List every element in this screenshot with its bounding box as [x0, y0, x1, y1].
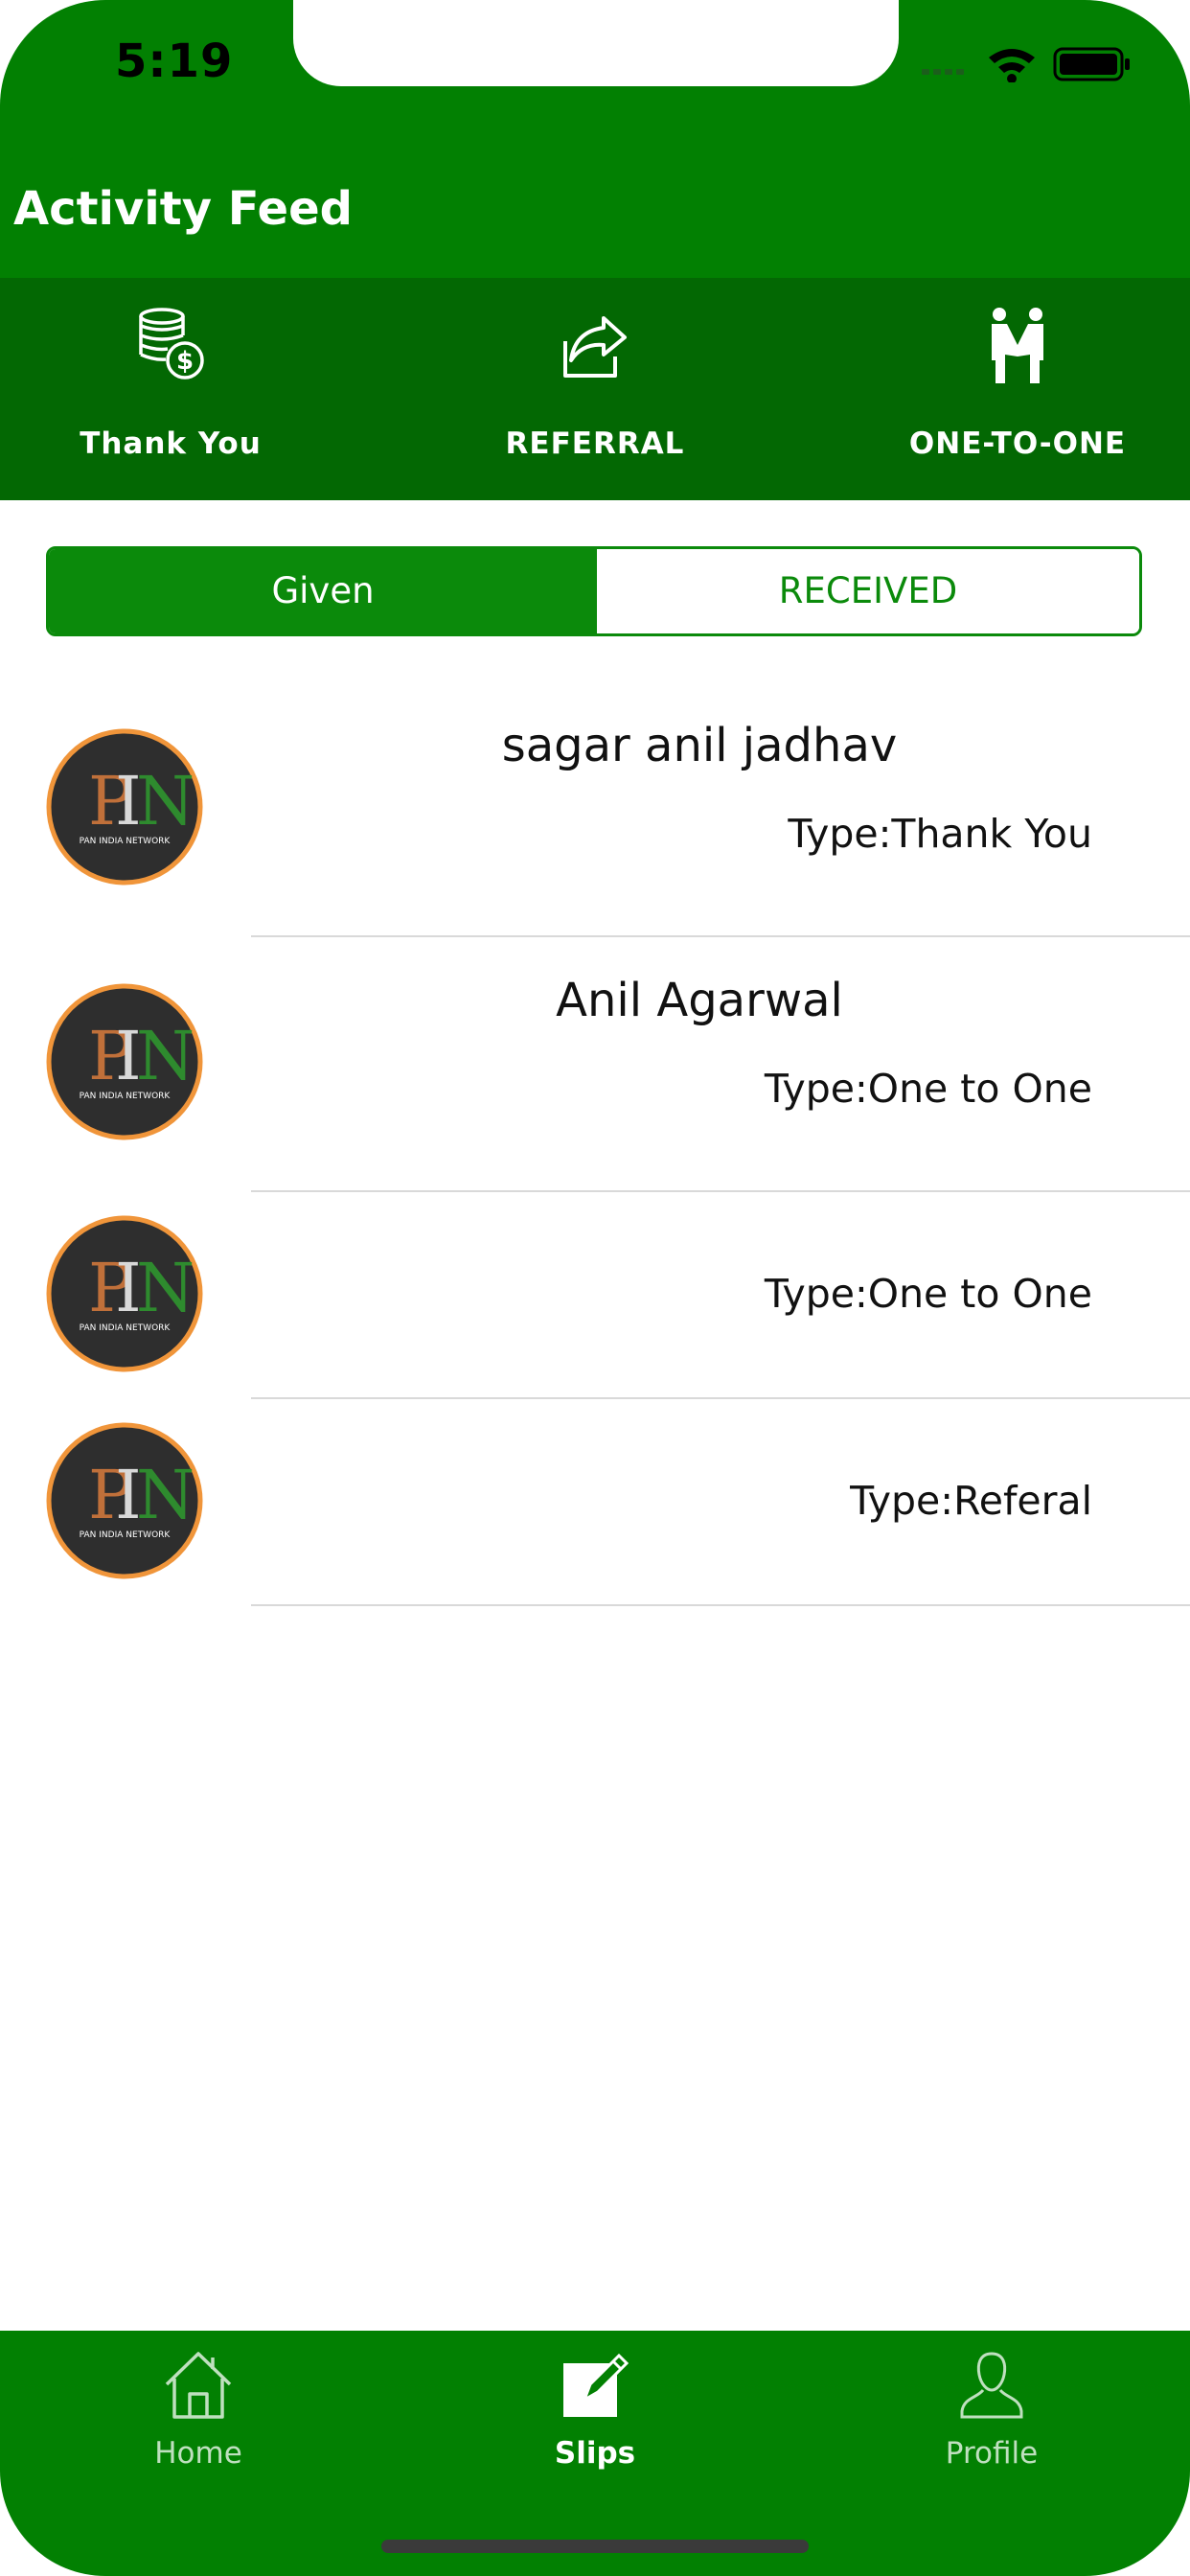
home-icon — [165, 2350, 232, 2421]
pin-logo-icon: P I N PAN INDIA NETWORK — [46, 983, 203, 1140]
row-divider — [251, 1604, 1190, 1606]
avatar: P I N PAN INDIA NETWORK — [46, 1215, 203, 1372]
slip-type: Type:Referal — [850, 1478, 1092, 1524]
slip-type: Type:One to One — [764, 1271, 1092, 1317]
tab-home-label: Home — [154, 2436, 242, 2471]
tab-slips[interactable]: Slips — [397, 2331, 793, 2522]
list-item[interactable]: P I N PAN INDIA NETWORK Anil Agarwal Typ… — [0, 964, 1190, 1190]
svg-text:PAN INDIA NETWORK: PAN INDIA NETWORK — [80, 1323, 172, 1333]
home-indicator — [381, 2540, 809, 2553]
member-name: sagar anil jadhav — [501, 719, 898, 772]
status-time: 5:19 — [115, 34, 234, 88]
handshake-people-icon — [984, 307, 1051, 383]
profile-icon — [958, 2350, 1025, 2421]
segment-received[interactable]: RECEIVED — [597, 549, 1139, 633]
coins-dollar-icon: $ — [137, 307, 204, 383]
member-name: Anil Agarwal — [556, 974, 843, 1027]
list-item[interactable]: P I N PAN INDIA NETWORK Type:Referal — [0, 1399, 1190, 1604]
one-to-one-button[interactable]: ONE-TO-ONE — [855, 297, 1180, 489]
pin-logo-icon: P I N PAN INDIA NETWORK — [46, 1422, 203, 1579]
thank-you-button[interactable]: $ Thank You — [8, 297, 333, 489]
tab-slips-label: Slips — [554, 2436, 636, 2471]
status-icons — [920, 44, 1140, 83]
thank-you-label: Thank You — [80, 426, 262, 461]
svg-text:N: N — [136, 1017, 195, 1095]
row-divider — [251, 935, 1190, 937]
tab-profile[interactable]: Profile — [793, 2331, 1190, 2522]
battery-icon — [1053, 47, 1130, 81]
app-screen: 5:19 Activity Feed $ Thank You REFERRAL … — [0, 0, 1190, 2576]
pin-logo-icon: P I N PAN INDIA NETWORK — [46, 1215, 203, 1372]
device-notch — [293, 0, 899, 86]
svg-text:$: $ — [176, 347, 194, 376]
wifi-icon — [989, 49, 1035, 83]
pin-logo-icon: P I N PAN INDIA NETWORK — [46, 728, 203, 886]
edit-slip-icon — [561, 2350, 629, 2421]
avatar: P I N PAN INDIA NETWORK — [46, 983, 203, 1140]
svg-text:PAN INDIA NETWORK: PAN INDIA NETWORK — [80, 1092, 172, 1101]
list-item[interactable]: P I N PAN INDIA NETWORK sagar anil jadha… — [0, 709, 1190, 935]
svg-text:PAN INDIA NETWORK: PAN INDIA NETWORK — [80, 837, 172, 846]
slip-type: Type:One to One — [764, 1066, 1092, 1112]
slip-type: Type:Thank You — [788, 811, 1092, 857]
signal-icon — [922, 69, 964, 75]
list-item[interactable]: P I N PAN INDIA NETWORK Type:One to One — [0, 1192, 1190, 1397]
share-arrow-icon — [561, 307, 629, 383]
svg-text:N: N — [136, 762, 195, 840]
tab-profile-label: Profile — [945, 2436, 1039, 2471]
avatar: P I N PAN INDIA NETWORK — [46, 1422, 203, 1579]
referral-label: REFERRAL — [505, 426, 685, 461]
svg-text:PAN INDIA NETWORK: PAN INDIA NETWORK — [80, 1530, 172, 1540]
svg-text:N: N — [136, 1456, 195, 1534]
avatar: P I N PAN INDIA NETWORK — [46, 728, 203, 886]
one-to-one-label: ONE-TO-ONE — [908, 426, 1127, 461]
given-received-segment: Given RECEIVED — [46, 546, 1142, 636]
svg-text:N: N — [136, 1249, 195, 1327]
tab-home[interactable]: Home — [0, 2331, 397, 2522]
referral-button[interactable]: REFERRAL — [432, 297, 758, 489]
action-bar: $ Thank You REFERRAL ONE-TO-ONE — [0, 278, 1190, 500]
page-title: Activity Feed — [13, 182, 353, 236]
segment-given[interactable]: Given — [49, 549, 597, 633]
